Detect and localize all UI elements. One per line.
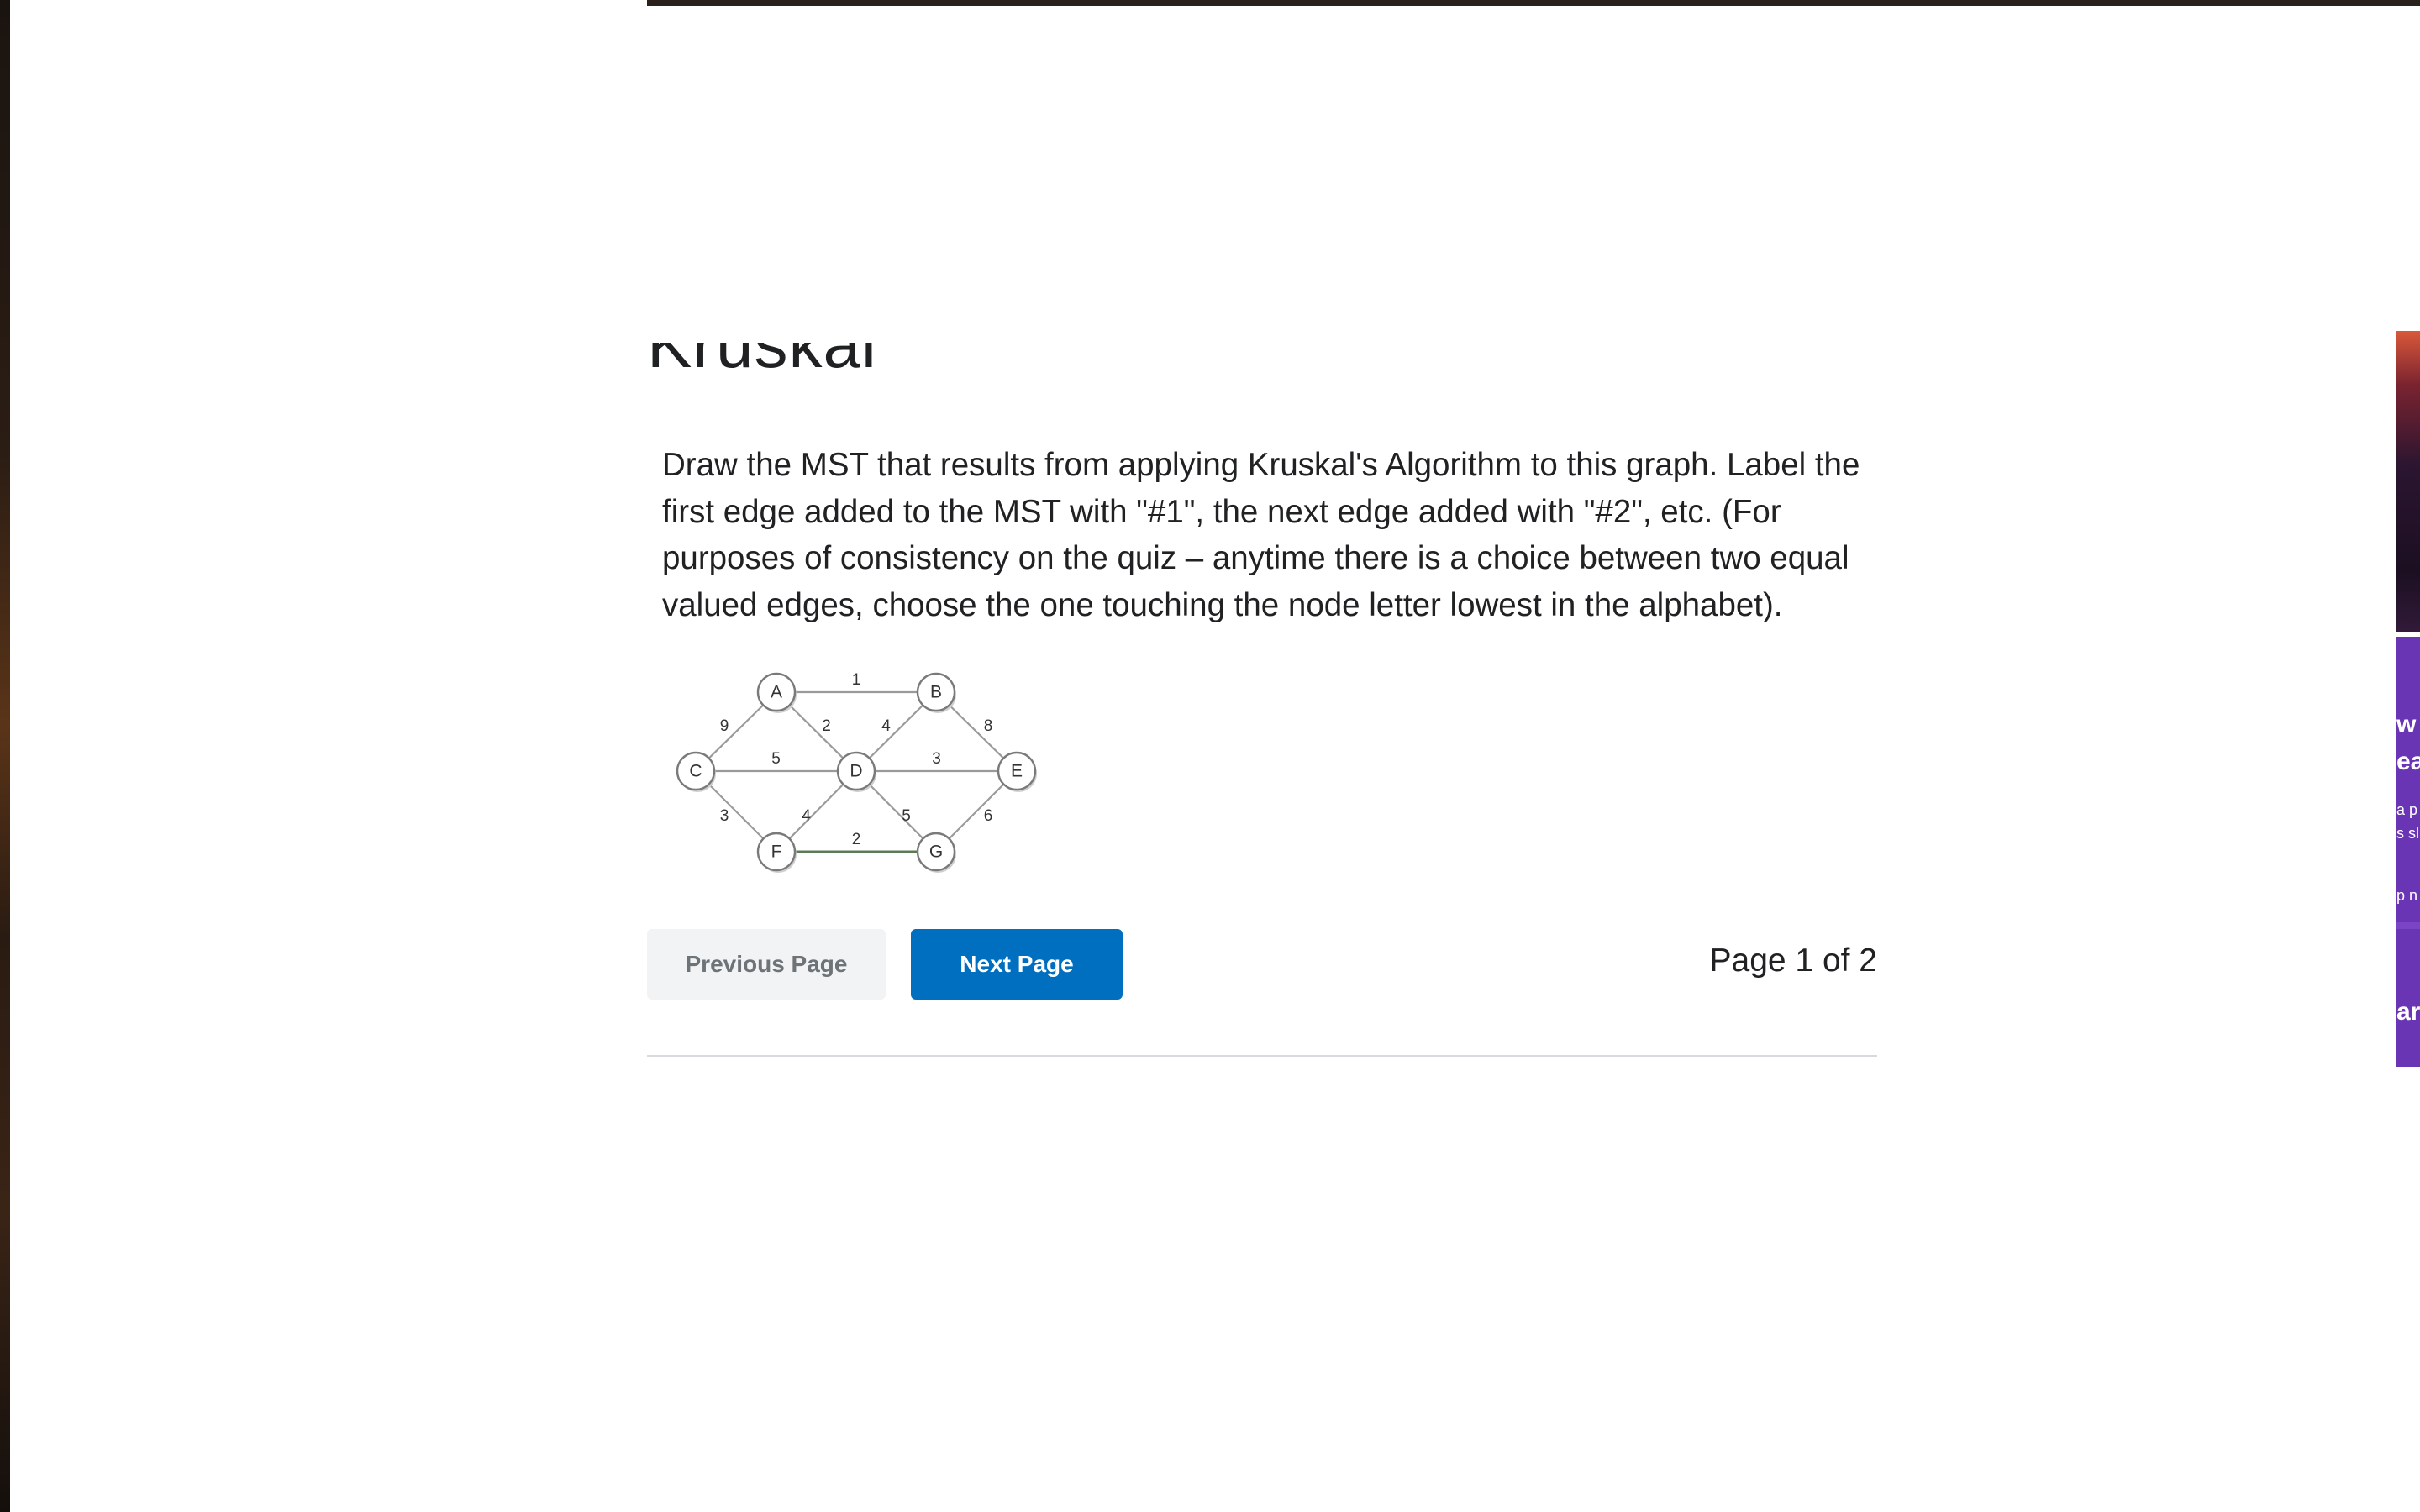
graph-svg: 1 9 2 4 8 5 3 3 4 5 6 2 A B C D E F G <box>676 671 1037 873</box>
clipped-side-image <box>2396 331 2420 632</box>
previous-page-button[interactable]: Previous Page <box>647 929 886 1000</box>
graph-node-label-f: F <box>771 843 782 862</box>
graph-edge-weight-bd: 4 <box>881 717 891 735</box>
side-panel-text-4: s sl <box>2396 825 2419 842</box>
graph-edge-weight-cf: 3 <box>720 807 729 825</box>
graph-node-label-a: A <box>771 683 782 702</box>
graph-image: 1 9 2 4 8 5 3 3 4 5 6 2 A B C D E F G <box>671 664 1045 879</box>
graph-edge-weight-fg: 2 <box>852 831 861 848</box>
graph-edge-weight-de: 3 <box>932 750 941 768</box>
desktop-background-strip <box>0 0 10 1512</box>
side-panel-text-2: ea <box>2396 748 2420 775</box>
side-panel-text-1: w <box>2396 711 2417 738</box>
question-title: Kruskal <box>647 343 877 381</box>
graph-node-label-b: B <box>930 683 942 702</box>
content-bottom-rule <box>647 1055 1877 1057</box>
content-top-rule <box>647 0 2420 6</box>
graph-node-label-e: E <box>1011 762 1023 781</box>
graph-edge-weight-cd: 5 <box>771 750 781 768</box>
graph-edge-weight-ab: 1 <box>852 671 861 689</box>
question-title-clipped: Kruskal <box>647 343 1319 393</box>
graph-edge-weight-ca: 9 <box>720 717 729 735</box>
side-panel-text-3: a p <box>2396 801 2418 818</box>
graph-node-label-c: C <box>689 762 702 781</box>
graph-edge-weight-dg: 5 <box>902 807 911 825</box>
question-text: Draw the MST that results from applying … <box>662 447 1860 623</box>
graph-edge-weight-fd: 4 <box>802 807 811 825</box>
next-page-button[interactable]: Next Page <box>911 929 1123 1000</box>
graph-edge-weight-eg: 6 <box>984 807 993 825</box>
clipped-side-panel: w ea a p s sl p n ar <box>2396 637 2420 1067</box>
side-panel-text-5: p n <box>2396 887 2418 904</box>
graph-edge-weight-be: 8 <box>984 717 993 735</box>
graph-edge-weight-ad: 2 <box>822 717 831 735</box>
graph-node-label-g: G <box>929 843 943 862</box>
graph-node-label-d: D <box>850 762 862 781</box>
page-indicator: Page 1 of 2 <box>1709 942 1878 979</box>
side-panel-text-6: ar <box>2396 998 2420 1026</box>
side-panel-divider <box>2396 922 2420 929</box>
